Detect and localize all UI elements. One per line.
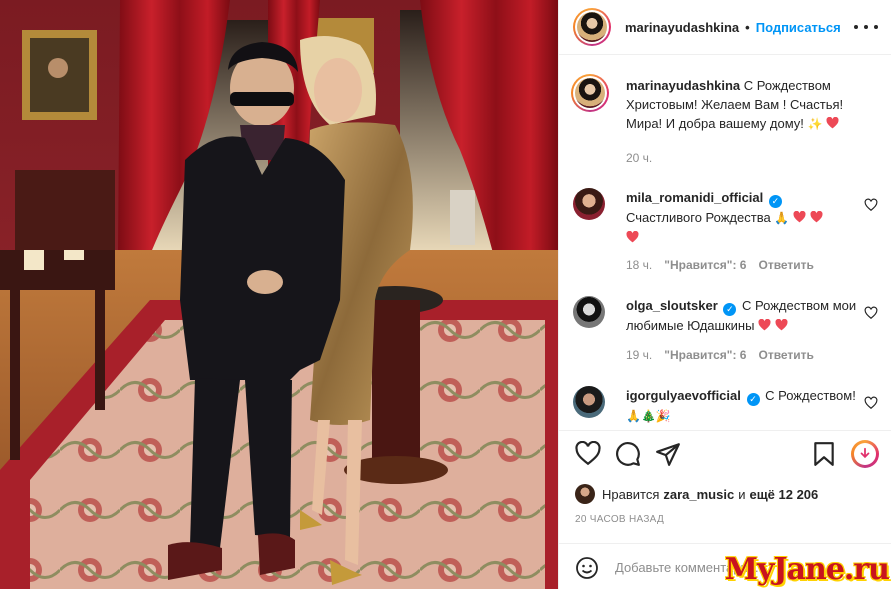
comment-time: 18 ч. (626, 258, 653, 272)
reply-button[interactable]: Ответить (758, 348, 813, 362)
comment-text: С Рождеством! (765, 388, 856, 403)
comments-list[interactable]: marinayudashkina С Рождеством Христовым!… (559, 56, 891, 430)
liker-username[interactable]: zara_music (663, 487, 734, 502)
commenter-avatar[interactable] (573, 296, 605, 328)
like-heart-icon[interactable] (575, 441, 601, 467)
author-avatar[interactable] (573, 8, 611, 46)
caption-avatar[interactable] (571, 74, 609, 112)
pray-emoji: 🙏 (774, 211, 790, 225)
like-comment-heart-icon[interactable] (864, 306, 878, 320)
likes-conj: и (738, 486, 746, 502)
caption-username[interactable]: marinayudashkina (626, 78, 740, 93)
watermark-logo: MyJane.ru (724, 552, 890, 587)
download-extension-icon[interactable] (851, 440, 879, 468)
comment-meta: 19 ч. "Нравится": 6 Ответить (626, 348, 814, 362)
reply-button[interactable]: Ответить (758, 258, 813, 272)
red-heart-emoji (793, 211, 806, 223)
likes-prefix: Нравится (602, 486, 660, 502)
likes-summary: Нравится zara_music и ещё 12 206 (575, 484, 822, 504)
liker-avatar[interactable] (575, 484, 595, 504)
like-comment-heart-icon[interactable] (864, 198, 878, 212)
more-options-icon[interactable] (854, 17, 878, 37)
comment-text: Счастливого Рождества (626, 210, 771, 225)
comment-likes-count[interactable]: "Нравится": 6 (664, 258, 746, 272)
emoji-smiley-icon[interactable] (575, 556, 599, 580)
commenter-username[interactable]: olga_sloutsker (626, 298, 718, 313)
post-timestamp[interactable]: 20 ЧАСОВ НАЗАД (575, 514, 664, 525)
commenter-username[interactable]: igorgulyaevofficial (626, 388, 741, 403)
commenter-avatar[interactable] (573, 386, 605, 418)
sparkle-emoji: ✨ (807, 117, 823, 131)
author-username[interactable]: marinayudashkina (625, 20, 739, 35)
red-heart-emoji (826, 117, 839, 129)
party-popper-emoji: 🎉 (655, 409, 671, 423)
post-photo-illustration (0, 0, 558, 589)
verified-badge-icon: ✓ (746, 393, 760, 406)
share-send-icon[interactable] (655, 441, 681, 467)
verified-badge-icon: ✓ (723, 303, 737, 316)
commenter-avatar[interactable] (573, 188, 605, 220)
comment-time: 19 ч. (626, 348, 653, 362)
save-bookmark-icon[interactable] (811, 441, 837, 467)
red-heart-emoji (758, 319, 771, 331)
red-heart-emoji (775, 319, 788, 331)
verified-badge-icon: ✓ (768, 195, 782, 208)
comment-meta: 18 ч. "Нравится": 6 Ответить (626, 258, 814, 272)
like-comment-heart-icon[interactable] (864, 396, 878, 410)
post-side-panel: marinayudashkina • Подписаться marinayud… (558, 0, 891, 589)
christmas-tree-emoji: 🎄 (640, 409, 656, 423)
comment-bubble-icon[interactable] (615, 441, 641, 467)
red-heart-emoji (810, 211, 822, 223)
post-header: marinayudashkina • Подписаться (559, 0, 891, 55)
follow-button[interactable]: Подписаться (756, 20, 841, 35)
commenter-username[interactable]: mila_romanidi_official (626, 190, 763, 205)
comment-likes-count[interactable]: "Нравится": 6 (664, 348, 746, 362)
separator-dot: • (745, 19, 750, 35)
download-arrow-icon (860, 447, 870, 459)
red-heart-emoji (626, 231, 639, 243)
caption-time: 20 ч. (626, 151, 653, 165)
likes-others-count[interactable]: ещё 12 206 (749, 487, 818, 502)
post-actions-bar (559, 430, 891, 476)
post-photo[interactable] (0, 0, 558, 589)
pray-emoji: 🙏 (626, 409, 641, 423)
